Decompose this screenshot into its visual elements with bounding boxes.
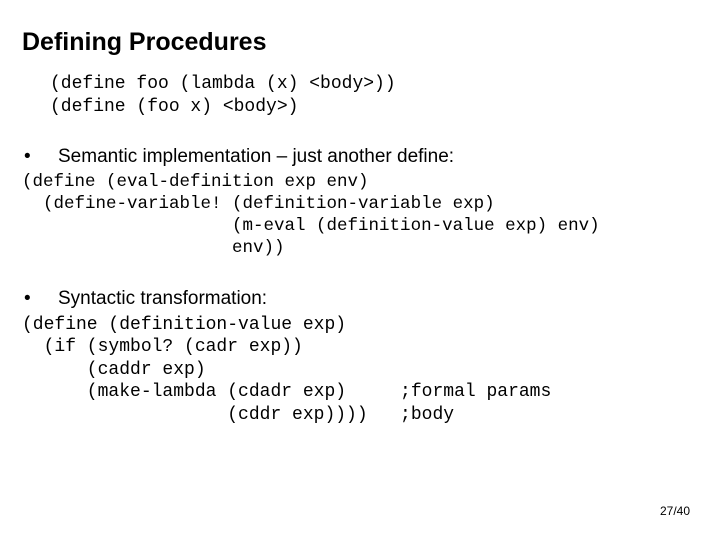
slide: Defining Procedures (define foo (lambda …	[0, 0, 720, 540]
code-block-eval-definition: (define (eval-definition exp env) (defin…	[22, 172, 698, 260]
bullet-semantic: • Semantic implementation – just another…	[22, 146, 698, 168]
bullet-semantic-text: Semantic implementation – just another d…	[58, 146, 698, 168]
slide-title: Defining Procedures	[22, 28, 698, 57]
bullet-syntactic: • Syntactic transformation:	[22, 288, 698, 310]
page-number: 27/40	[660, 504, 690, 518]
code-block-definition-value: (define (definition-value exp) (if (symb…	[22, 314, 698, 427]
bullet-syntactic-text: Syntactic transformation:	[58, 288, 698, 310]
bullet-dot-icon: •	[22, 146, 58, 168]
bullet-dot-icon: •	[22, 288, 58, 310]
code-block-define-forms: (define foo (lambda (x) <body>)) (define…	[22, 73, 698, 118]
